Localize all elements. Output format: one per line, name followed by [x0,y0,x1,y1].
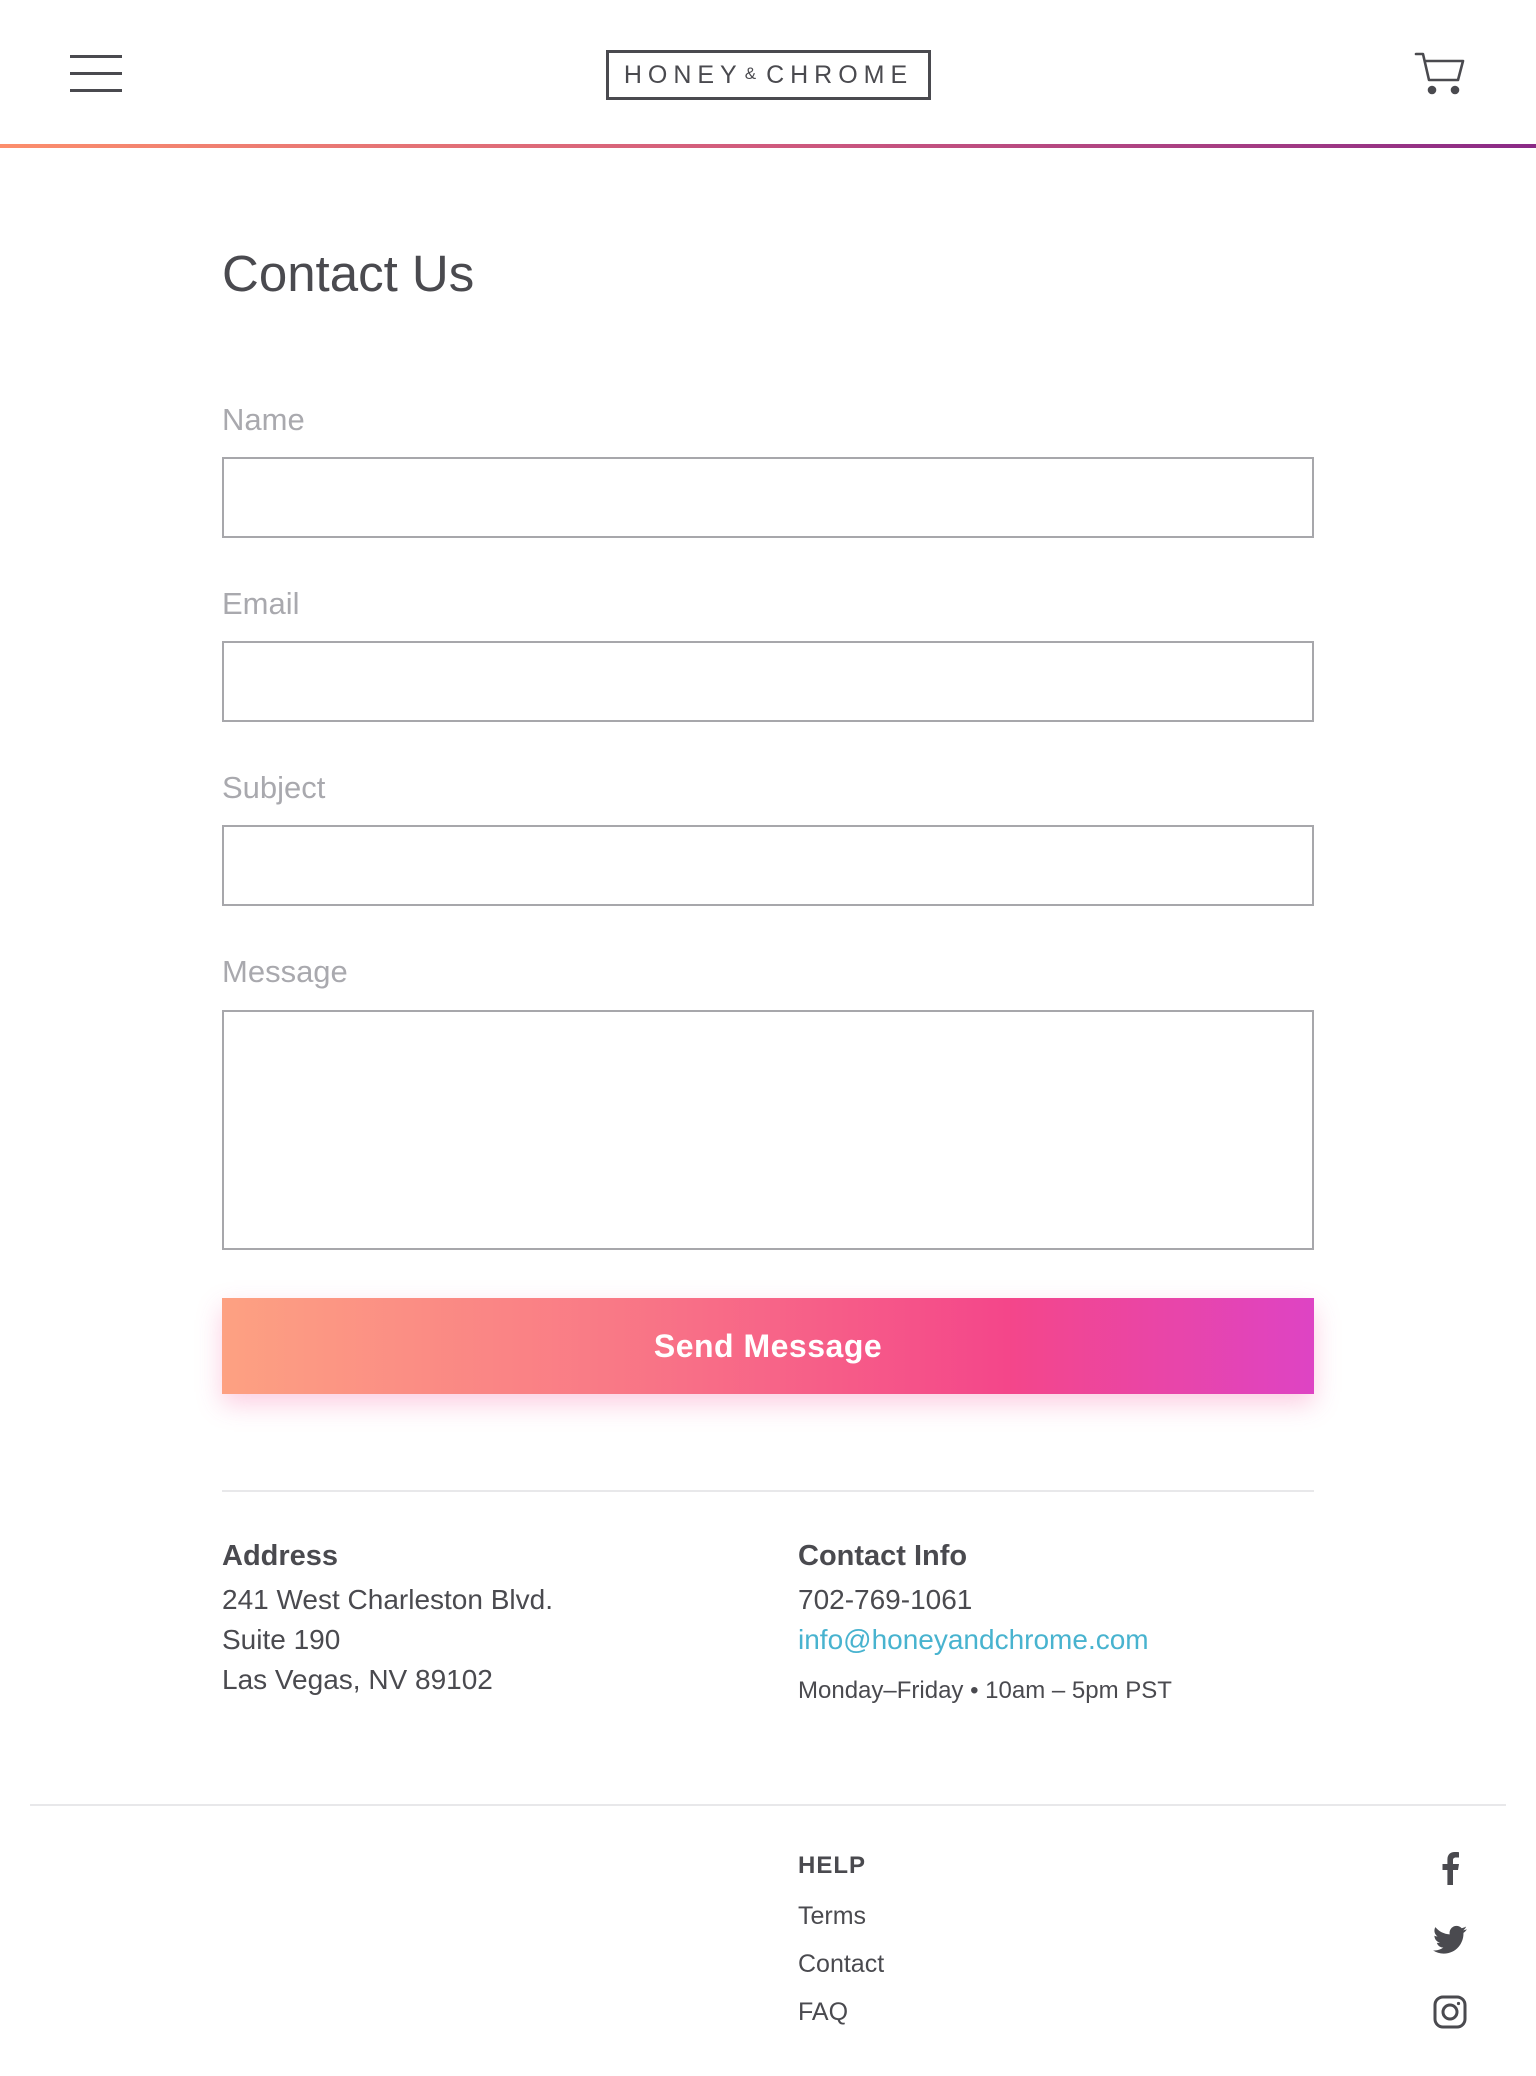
contact-info-heading: Contact Info [798,1540,968,1572]
section-divider [222,1490,1314,1492]
email-field[interactable] [222,641,1314,722]
site-header: HONEY & CHROME [0,0,1536,148]
logo-ampersand: & [744,64,759,83]
header-accent-bar [0,144,1536,148]
send-message-button[interactable]: Send Message [222,1298,1314,1394]
footer-divider [30,1804,1506,1806]
footer-link-faq[interactable]: FAQ [798,1998,848,2027]
logo-word-chrome: CHROME [766,60,914,89]
site-logo[interactable]: HONEY & CHROME [606,50,931,100]
address-line-2: Suite 190 [222,1624,341,1655]
email-link[interactable]: info@honeyandchrome.com [798,1624,1149,1656]
email-label: Email [222,586,300,621]
subject-label: Subject [222,770,326,805]
instagram-icon[interactable] [1432,1994,1468,2030]
facebook-icon[interactable] [1432,1850,1468,1886]
twitter-icon[interactable] [1432,1922,1468,1958]
address-line-3: Las Vegas, NV 89102 [222,1664,493,1695]
hamburger-menu-icon[interactable] [70,55,122,93]
footer-link-terms[interactable]: Terms [798,1902,866,1931]
phone-number: 702-769-1061 [798,1584,973,1615]
footer-link-contact[interactable]: Contact [798,1950,884,1979]
menu-line [70,72,122,75]
name-field[interactable] [222,457,1314,538]
help-heading: HELP [798,1852,867,1879]
message-field[interactable] [222,1010,1314,1250]
name-label: Name [222,402,305,437]
page-title: Contact Us [222,245,475,302]
subject-field[interactable] [222,825,1314,906]
address-line-1: 241 West Charleston Blvd. [222,1584,553,1615]
business-hours: Monday–Friday • 10am – 5pm PST [798,1677,1172,1704]
message-label: Message [222,954,348,989]
logo-word-honey: HONEY [623,60,743,89]
menu-line [70,55,122,58]
address-heading: Address [222,1540,339,1572]
menu-line [70,89,122,92]
shopping-cart-icon[interactable] [1414,50,1466,98]
